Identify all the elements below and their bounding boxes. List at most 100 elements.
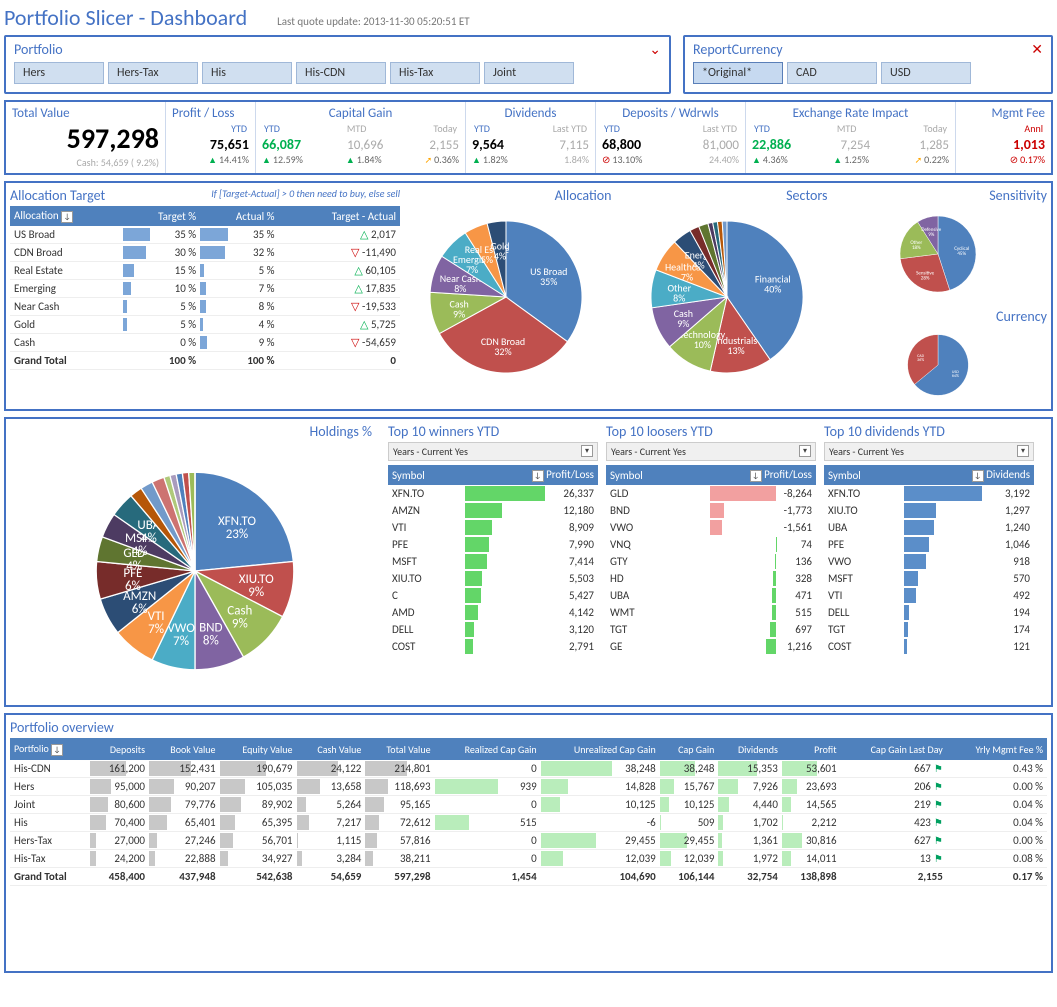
top10-winners: Top 10 winners YTD Years - Current Yes▾ … [388,423,598,701]
winners-filter[interactable]: Years - Current Yes▾ [388,442,598,461]
kpi-ex-v2: 1,285 [919,138,949,153]
table-row: His-Tax24,20022,88834,9273,28438,211012,… [10,850,1047,868]
winners-title: Top 10 winners YTD [388,423,598,440]
divs-title: Top 10 dividends YTD [824,423,1034,440]
divs-filter[interactable]: Years - Current Yes▾ [824,442,1034,461]
table-row: Real Estate 15 % 5 % △ 60,105 [10,262,400,280]
svg-text:23%: 23% [226,527,248,542]
table-row: His70,40065,40165,3957,21772,612515-6509… [10,814,1047,832]
table-row: PFE7,990 [388,536,598,553]
losers-filter[interactable]: Years - Current Yes▾ [606,442,816,461]
table-row: UBA471 [606,587,816,604]
portfolio-overview-title: Portfolio overview [10,719,1047,736]
svg-text:28%: 28% [920,275,929,281]
kpi-div-v1: 7,115 [559,138,589,153]
table-row: Joint80,60079,77689,9025,26495,165010,12… [10,796,1047,814]
svg-text:5%: 5% [481,253,493,266]
sort-icon[interactable]: ↓ [972,470,984,482]
kpi-ex-sub0: YTD [752,121,772,136]
kpi-cg-ytd: 66,087 [262,136,301,153]
table-row: US Broad 35 % 35 % △ 2,017 [10,226,400,244]
kpi-pl-value: 75,651 [172,136,249,153]
kpi-ex-p0: 4.36% [752,153,788,166]
slicer-item[interactable]: Joint [484,62,574,84]
kpi-total-value: 597,298 [12,121,159,156]
kpi-ex-p1: 1.25% [833,153,869,166]
table-row: C5,427 [388,587,598,604]
slicer-item[interactable]: His [202,62,292,84]
kpi-mgmt-v: 1,013 [962,136,1045,153]
table-row: XIU.TO1,297 [824,502,1034,519]
svg-text:9%: 9% [248,585,264,600]
sort-icon[interactable]: ↓ [51,744,63,756]
kpi-ex-sub2: Today [921,121,949,136]
kpi-ex-v0: 22,886 [752,136,791,153]
table-row: AMD4,142 [388,604,598,621]
kpi-div-sub1: Last YTD [551,121,589,136]
table-row: GTY136 [606,553,816,570]
svg-text:9%: 9% [677,317,689,330]
clear-filter-icon[interactable]: ✕ [1031,41,1043,58]
slicer-item[interactable]: Hers [14,62,104,84]
kpi-ex-v1: 7,254 [840,138,870,153]
slicer-item[interactable]: His-CDN [296,62,386,84]
kpi-dep-p1: 24.40% [709,153,739,166]
filter-icon[interactable]: ▾ [581,445,593,457]
svg-text:10%: 10% [693,338,710,351]
table-row: MSFT570 [824,570,1034,587]
table-row: TGT697 [606,621,816,638]
svg-text:32%: 32% [494,345,511,358]
kpi-dep-v1: 81,000 [703,138,739,153]
slicer-item[interactable]: USD [881,62,971,84]
slicer-item[interactable]: Hers-Tax [108,62,198,84]
slicer-currency: ReportCurrency ✕ *Original*CADUSD [683,35,1053,94]
table-row: XIU.TO5,503 [388,570,598,587]
table-row: VNQ74 [606,536,816,553]
svg-text:4%: 4% [692,258,704,271]
svg-text:8%: 8% [203,633,219,648]
svg-text:45%: 45% [957,251,966,257]
table-row: GLD-8,264 [606,485,816,502]
filter-icon[interactable]: ▾ [799,445,811,457]
sort-icon[interactable]: ↓ [750,470,762,482]
kpi-dep-v0: 68,800 [602,136,641,153]
svg-text:13%: 13% [727,344,744,357]
sort-icon[interactable]: ↓ [532,470,544,482]
allocation-target-table: Allocation ↓Target %Actual %Target - Act… [10,206,400,370]
table-row: COST2,791 [388,638,598,655]
kpi-cg-pct2: 0.36% [425,153,459,166]
sort-icon[interactable]: ↓ [61,211,73,223]
filter-icon[interactable]: ▾ [1017,445,1029,457]
svg-text:8%: 8% [454,282,466,295]
kpi-ex-p2: 0.22% [915,153,949,166]
table-row: UBA1,240 [824,519,1034,536]
svg-text:4%: 4% [141,531,157,546]
table-row: TGT174 [824,621,1034,638]
svg-text:9%: 9% [232,616,248,631]
slicer-item[interactable]: *Original* [693,62,783,84]
kpi-ex-title: Exchange Rate Impact [752,106,949,121]
kpi-dep-sub1: Last YTD [701,121,739,136]
kpi-div-sub0: YTD [472,121,492,136]
svg-text:6%: 6% [132,602,148,617]
kpi-ex-sub1: MTD [835,121,859,136]
table-row: VWO-1,561 [606,519,816,536]
kpi-cg-sub-ytd: YTD [262,121,282,136]
kpi-cg-today: 2,155 [429,138,459,153]
kpi-cg-sub-mtd: MTD [345,121,369,136]
table-row: XFN.TO3,192 [824,485,1034,502]
table-row: Hers-Tax27,00027,24656,7011,11557,816029… [10,832,1047,850]
kpi-pl-pct: 14.41% [172,153,249,166]
kpi-dep-sub0: YTD [602,121,622,136]
kpi-cg-pct0: 12.59% [262,153,303,166]
table-row: His-CDN161,200152,431190,67924,122214,80… [10,760,1047,778]
clear-filter-icon[interactable]: ⌄ [649,41,661,58]
svg-text:9%: 9% [453,307,465,320]
slicer-item[interactable]: CAD [787,62,877,84]
sectors-pie-chart: Sectors Financial40%Industrials13%Techno… [622,187,832,405]
slicer-item[interactable]: His-Tax [390,62,480,84]
kpi-dep-title: Deposits / Wdrwls [602,106,739,121]
kpi-mgmt-title: Mgmt Fee [962,106,1045,121]
allocation-hint: If [Target-Actual] > 0 then need to buy,… [211,187,400,206]
kpi-cg-mtd: 10,696 [347,138,383,153]
